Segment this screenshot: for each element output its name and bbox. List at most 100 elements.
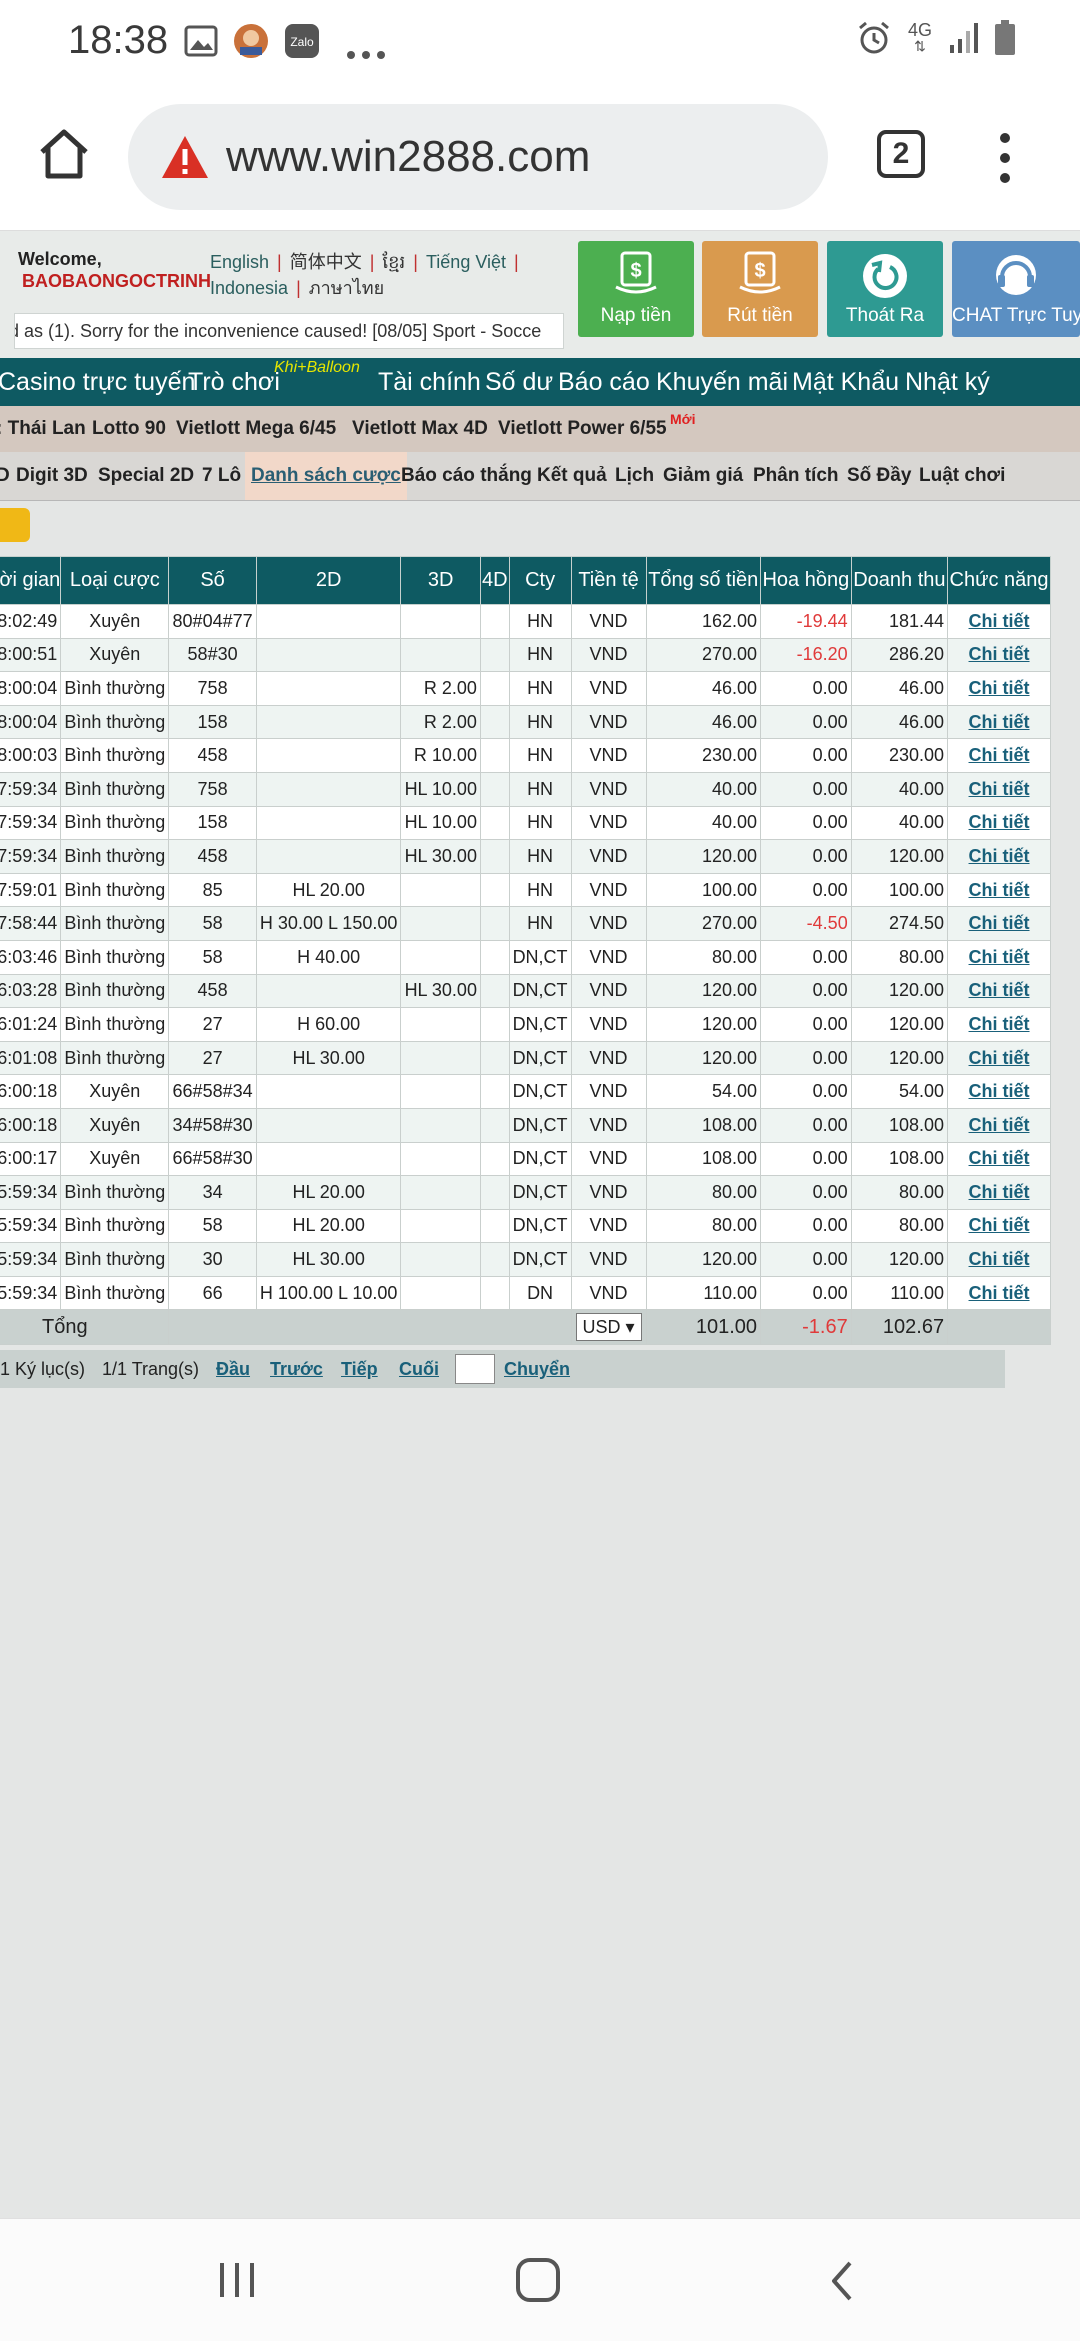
- detail-link[interactable]: Chi tiết: [947, 839, 1051, 874]
- col-header-time: Thời gian: [0, 556, 62, 605]
- detail-link[interactable]: Chi tiết: [947, 1040, 1051, 1076]
- nav-balance[interactable]: Số dư: [485, 358, 553, 406]
- logout-button[interactable]: Thoát Ra: [827, 241, 943, 337]
- network-indicator: 4G ⇅: [907, 20, 932, 54]
- cell-number: 34#58#30: [168, 1107, 257, 1143]
- detail-link[interactable]: Chi tiết: [947, 1141, 1051, 1177]
- detail-link[interactable]: Chi tiết: [947, 671, 1051, 706]
- subnav-full-numbers[interactable]: Số Đầy: [847, 452, 911, 500]
- home-icon[interactable]: [36, 126, 92, 182]
- lang-thai[interactable]: ภาษาไทย: [309, 278, 384, 298]
- nav-reports[interactable]: Báo cáo: [558, 358, 650, 406]
- subnav-results[interactable]: Kết quả: [537, 452, 607, 500]
- insecure-warning-icon[interactable]: [160, 134, 210, 180]
- cell-bet-type: Bình thường: [60, 1275, 170, 1311]
- table-row: 17:58:44Bình thường58H 30.00 L 150.00 HNV…: [0, 906, 1051, 941]
- detail-link[interactable]: Chi tiết: [947, 1007, 1051, 1042]
- game-lotto90[interactable]: Lotto 90: [92, 406, 166, 452]
- detail-link[interactable]: Chi tiết: [947, 771, 1051, 807]
- cell-2d: [255, 604, 402, 639]
- nav-log[interactable]: Nhật ký: [905, 358, 990, 406]
- prev-page-link[interactable]: Trước: [270, 1350, 323, 1388]
- lang-english[interactable]: English: [210, 252, 269, 272]
- subnav-discount[interactable]: Giảm giá: [663, 452, 743, 500]
- cell-2d: [255, 805, 402, 841]
- subnav-7lo[interactable]: 7 Lô: [202, 452, 241, 500]
- subnav-win-report[interactable]: Báo cáo thắng: [401, 452, 532, 500]
- cell-2d: H 40.00: [255, 939, 402, 975]
- currency-select[interactable]: USD ▾: [575, 1313, 642, 1342]
- subnav-rules[interactable]: Luật chơi: [919, 452, 1005, 500]
- cell-commission: 0.00: [760, 973, 852, 1009]
- search-toggle-button[interactable]: [0, 508, 30, 542]
- detail-link[interactable]: Chi tiết: [947, 1275, 1051, 1311]
- detail-link[interactable]: Chi tiết: [947, 604, 1051, 639]
- subnav-d[interactable]: D: [0, 452, 10, 500]
- game-power655[interactable]: Vietlott Power 6/55: [498, 406, 667, 452]
- game-mega645[interactable]: Vietlott Mega 6/45: [176, 406, 336, 452]
- subnav-digit3d[interactable]: Digit 3D: [16, 452, 88, 500]
- browser-menu-icon[interactable]: [990, 128, 1020, 188]
- nav-casino[interactable]: Casino trực tuyến: [0, 358, 195, 406]
- cell-revenue: 46.00: [850, 704, 949, 740]
- cell-time: 16:00:17: [0, 1141, 62, 1177]
- cell-2d: [255, 1141, 402, 1177]
- page-number-input[interactable]: [455, 1354, 495, 1384]
- address-bar[interactable]: www.win2888.com: [128, 104, 828, 210]
- game-max4d[interactable]: Vietlott Max 4D: [352, 406, 488, 452]
- deposit-button[interactable]: $ Nạp tiền: [578, 241, 694, 337]
- subnav-schedule[interactable]: Lịch: [615, 452, 654, 500]
- nav-games[interactable]: Trò chơi: [188, 358, 280, 406]
- home-nav-icon[interactable]: [515, 2257, 561, 2303]
- lang-khmer[interactable]: ខ្មែរ: [382, 252, 405, 272]
- detail-link[interactable]: Chi tiết: [947, 1242, 1051, 1277]
- cell-company: DN,CT: [508, 1007, 572, 1042]
- next-page-link[interactable]: Tiếp: [341, 1350, 378, 1388]
- cell-3d: [400, 1208, 481, 1244]
- lang-chinese[interactable]: 简体中文: [290, 252, 362, 272]
- cell-company: DN,CT: [508, 1242, 572, 1277]
- detail-link[interactable]: Chi tiết: [947, 704, 1051, 740]
- detail-link[interactable]: Chi tiết: [947, 973, 1051, 1009]
- subnav-analysis[interactable]: Phân tích: [753, 452, 839, 500]
- lang-indonesia[interactable]: Indonesia: [210, 278, 288, 298]
- cell-total-amount: 120.00: [645, 1040, 762, 1076]
- lang-vietnamese[interactable]: Tiếng Việt: [426, 252, 506, 272]
- detail-link[interactable]: Chi tiết: [947, 872, 1051, 908]
- svg-text:$: $: [754, 260, 765, 282]
- withdraw-button[interactable]: $ Rút tiền: [702, 241, 818, 337]
- deposit-icon: $: [615, 251, 657, 294]
- recent-apps-icon[interactable]: [216, 2259, 258, 2301]
- logout-icon: [863, 254, 907, 298]
- col-header-2d: 2D: [255, 556, 402, 605]
- cell-2d: HL 30.00: [255, 1242, 402, 1277]
- subnav-special2d[interactable]: Special 2D: [98, 452, 194, 500]
- detail-link[interactable]: Chi tiết: [947, 939, 1051, 975]
- go-page-link[interactable]: Chuyển: [504, 1350, 570, 1388]
- detail-link[interactable]: Chi tiết: [947, 1074, 1051, 1109]
- detail-link[interactable]: Chi tiết: [947, 738, 1051, 773]
- url-text[interactable]: www.win2888.com: [226, 132, 590, 182]
- cell-currency: VND: [570, 872, 647, 908]
- cell-currency: VND: [570, 1175, 647, 1210]
- cell-bet-type: Bình thường: [60, 1242, 170, 1277]
- chat-button[interactable]: CHAT Trực Tuyến: [952, 241, 1080, 337]
- detail-link[interactable]: Chi tiết: [947, 805, 1051, 841]
- detail-link[interactable]: Chi tiết: [947, 1175, 1051, 1210]
- nav-finance[interactable]: Tài chính: [378, 358, 481, 406]
- tab-switcher-button[interactable]: 2: [877, 130, 925, 178]
- cell-currency: VND: [570, 906, 647, 941]
- detail-link[interactable]: Chi tiết: [947, 637, 1051, 673]
- lottery-subnav: D Digit 3D Special 2D 7 Lô Danh sách cượ…: [0, 452, 1080, 501]
- back-icon[interactable]: [826, 2259, 856, 2303]
- zalo-icon: Zalo: [285, 24, 319, 58]
- subnav-bet-list[interactable]: Danh sách cược: [245, 452, 407, 500]
- last-page-link[interactable]: Cuối: [399, 1350, 439, 1388]
- first-page-link[interactable]: Đầu: [216, 1350, 250, 1388]
- detail-link[interactable]: Chi tiết: [947, 1107, 1051, 1143]
- col-header-4d: 4D: [479, 556, 510, 605]
- detail-link[interactable]: Chi tiết: [947, 906, 1051, 941]
- detail-link[interactable]: Chi tiết: [947, 1208, 1051, 1244]
- game-thai[interactable]: : Thái Lan: [0, 406, 86, 452]
- nav-password[interactable]: Mật Khẩu: [792, 358, 899, 406]
